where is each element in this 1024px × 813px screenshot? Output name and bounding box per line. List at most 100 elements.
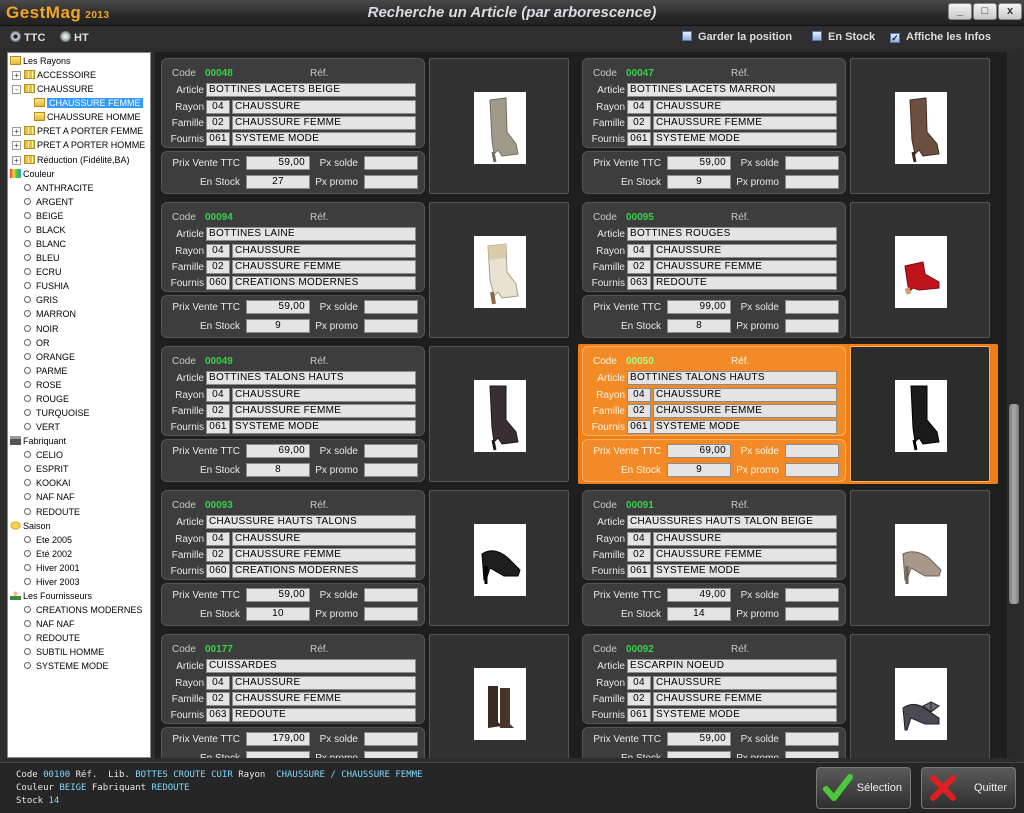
tree-item-pap-homme[interactable]: + PRET A PORTER HOMME	[12, 138, 145, 152]
ref-label: Réf.	[731, 212, 750, 223]
article-image-panel[interactable]	[429, 634, 569, 758]
solde-field	[785, 156, 839, 170]
article-image-panel[interactable]	[850, 202, 990, 338]
tree-item-fournisseur[interactable]: CREATIONS MODERNES	[24, 603, 142, 617]
radio-ht[interactable]: HT	[60, 31, 89, 44]
article-card[interactable]: Code 00095 Réf. Article BOTTINES ROUGES Rayon…	[578, 200, 998, 340]
tree-item-saison[interactable]: Hiver 2001	[24, 561, 80, 575]
tree-item-saison[interactable]: Ete 2005	[24, 533, 72, 547]
tree-root-saison[interactable]: Saison	[10, 519, 51, 533]
tree-item-couleur[interactable]: OR	[24, 336, 50, 350]
article-photo	[895, 92, 947, 164]
tree-item-fabriquant[interactable]: NAF NAF	[24, 490, 75, 504]
tree-item-fabriquant[interactable]: REDOUTE	[24, 505, 80, 519]
article-card[interactable]: Code 00093 Réf. Article CHAUSSURE HAUTS TALO…	[157, 488, 577, 628]
maximize-button[interactable]: □	[973, 3, 997, 20]
tree-item-reduction[interactable]: + Réduction (Fidélité,BA)	[12, 153, 130, 167]
article-image-panel[interactable]	[850, 346, 990, 482]
tree-root-rayons[interactable]: Les Rayons	[10, 54, 71, 68]
checkbox-garder-position[interactable]: Garder la position	[682, 31, 792, 43]
expand-icon[interactable]: +	[12, 155, 21, 165]
tree-item-couleur[interactable]: GRIS	[24, 293, 58, 307]
tree-root-fournisseurs[interactable]: Les Fournisseurs	[10, 589, 92, 603]
tree-item-couleur[interactable]: ROUGE	[24, 392, 69, 406]
article-label: Article	[176, 661, 204, 672]
tree-item-couleur[interactable]: ANTHRACITE	[24, 181, 94, 195]
article-image-panel[interactable]	[850, 490, 990, 626]
tree-item-couleur[interactable]: NOIR	[24, 322, 59, 336]
category-tree[interactable]: Les Rayons + ACCESSOIRE - CHAUSSURE CHAUSSURE…	[7, 52, 151, 758]
tree-item-saison[interactable]: Hiver 2003	[24, 575, 80, 589]
expand-icon[interactable]: +	[12, 127, 21, 137]
checkbox-en-stock[interactable]: En Stock	[812, 31, 875, 43]
radio-icon	[24, 352, 31, 360]
article-image-panel[interactable]	[429, 490, 569, 626]
article-card[interactable]: Code 00092 Réf. Article ESCARPIN NOEUD Rayon 0…	[578, 632, 998, 758]
solde-label: Px solde	[740, 590, 779, 601]
article-image-panel[interactable]	[850, 58, 990, 194]
article-card[interactable]: Code 00047 Réf. Article BOTTINES LACETS MARR…	[578, 56, 998, 196]
tree-item-label: PRET A PORTER HOMME	[37, 140, 146, 151]
article-card[interactable]: Code 00048 Réf. Article BOTTINES LACETS BEIG…	[157, 56, 577, 196]
tree-root-couleur[interactable]: Couleur	[10, 167, 55, 181]
tree-item-couleur[interactable]: ROSE	[24, 378, 62, 392]
scrollbar-thumb[interactable]	[1009, 404, 1019, 604]
tree-item-couleur[interactable]: ARGENT	[24, 195, 74, 209]
tree-item-pap-femme[interactable]: + PRET A PORTER FEMME	[12, 124, 143, 138]
tree-item-couleur[interactable]: TURQUOISE	[24, 406, 90, 420]
tree-item-couleur[interactable]: PARME	[24, 364, 67, 378]
expand-icon[interactable]: +	[12, 71, 21, 81]
tree-item-couleur[interactable]: BEIGE	[24, 209, 64, 223]
tree-item-saison[interactable]: Eté 2002	[24, 547, 72, 561]
article-card[interactable]: Code 00177 Réf. Article CUISSARDES Rayon 04 CHA…	[157, 632, 577, 758]
tree-item-couleur[interactable]: VERT	[24, 420, 60, 434]
tree-item-couleur[interactable]: ECRU	[24, 265, 62, 279]
tree-item-couleur[interactable]: BLACK	[24, 223, 66, 237]
tree-item-chaussure[interactable]: - CHAUSSURE	[12, 82, 94, 96]
radio-ttc[interactable]: TTC	[10, 31, 45, 44]
article-image-panel[interactable]	[429, 202, 569, 338]
rayon-label: Rayon	[175, 390, 204, 401]
prix-field: 59,00	[246, 300, 310, 314]
tree-item-accessoire[interactable]: + ACCESSOIRE	[12, 68, 96, 82]
tree-item-fournisseur[interactable]: NAF NAF	[24, 617, 75, 631]
category-icon	[24, 126, 35, 136]
article-card[interactable]: Code 00050 Réf. Article BOTTINES TALONS HAUT…	[578, 344, 998, 484]
grid-scrollbar[interactable]	[1008, 52, 1020, 758]
tree-item-fournisseur[interactable]: SYSTEME MODE	[24, 659, 109, 673]
quit-button[interactable]: Quitter	[921, 767, 1016, 809]
shoe-photo-icon	[902, 551, 942, 584]
collapse-icon[interactable]: -	[12, 85, 21, 95]
famille-field: CHAUSSURE FEMME	[653, 692, 837, 706]
close-button[interactable]: x	[998, 3, 1022, 20]
tree-item-fournisseur[interactable]: SUBTIL HOMME	[24, 645, 104, 659]
radio-icon	[24, 268, 31, 276]
article-card[interactable]: Code 00094 Réf. Article BOTTINES LAINE Rayon 0…	[157, 200, 577, 340]
tree-item-fournisseur[interactable]: REDOUTE	[24, 631, 80, 645]
tree-item-couleur[interactable]: BLEU	[24, 251, 60, 265]
tree-item-couleur[interactable]: ORANGE	[24, 350, 75, 364]
article-image-panel[interactable]	[429, 346, 569, 482]
article-card[interactable]: Code 00091 Réf. Article CHAUSSURES HAUTS TAL…	[578, 488, 998, 628]
tree-item-fabriquant[interactable]: KOOKAI	[24, 476, 71, 490]
tree-item-couleur[interactable]: BLANC	[24, 237, 66, 251]
tree-item-fabriquant[interactable]: CELIO	[24, 448, 63, 462]
article-code: 00177	[205, 644, 233, 655]
tree-item-label: CHAUSSURE HOMME	[47, 112, 141, 123]
article-name-field: BOTTINES LACETS MARRON	[627, 83, 837, 97]
expand-icon[interactable]: +	[12, 141, 21, 151]
minimize-button[interactable]: _	[948, 3, 972, 20]
article-card[interactable]: Code 00049 Réf. Article BOTTINES TALONS HAUT…	[157, 344, 577, 484]
prix-label: Prix Vente TTC	[172, 446, 240, 457]
tree-item-chaussure-femme[interactable]: CHAUSSURE FEMME	[34, 96, 143, 110]
selection-button[interactable]: Sélection	[816, 767, 911, 809]
logo-year: 2013	[85, 10, 110, 21]
checkbox-affiche-infos[interactable]: ✓ Affiche les Infos	[890, 31, 991, 43]
tree-item-fabriquant[interactable]: ESPRIT	[24, 462, 69, 476]
tree-item-chaussure-homme[interactable]: CHAUSSURE HOMME	[34, 110, 141, 124]
tree-root-fabriquant[interactable]: Fabriquant	[10, 434, 66, 448]
article-image-panel[interactable]	[429, 58, 569, 194]
article-image-panel[interactable]	[850, 634, 990, 758]
tree-item-couleur[interactable]: FUSHIA	[24, 279, 69, 293]
tree-item-couleur[interactable]: MARRON	[24, 307, 76, 321]
